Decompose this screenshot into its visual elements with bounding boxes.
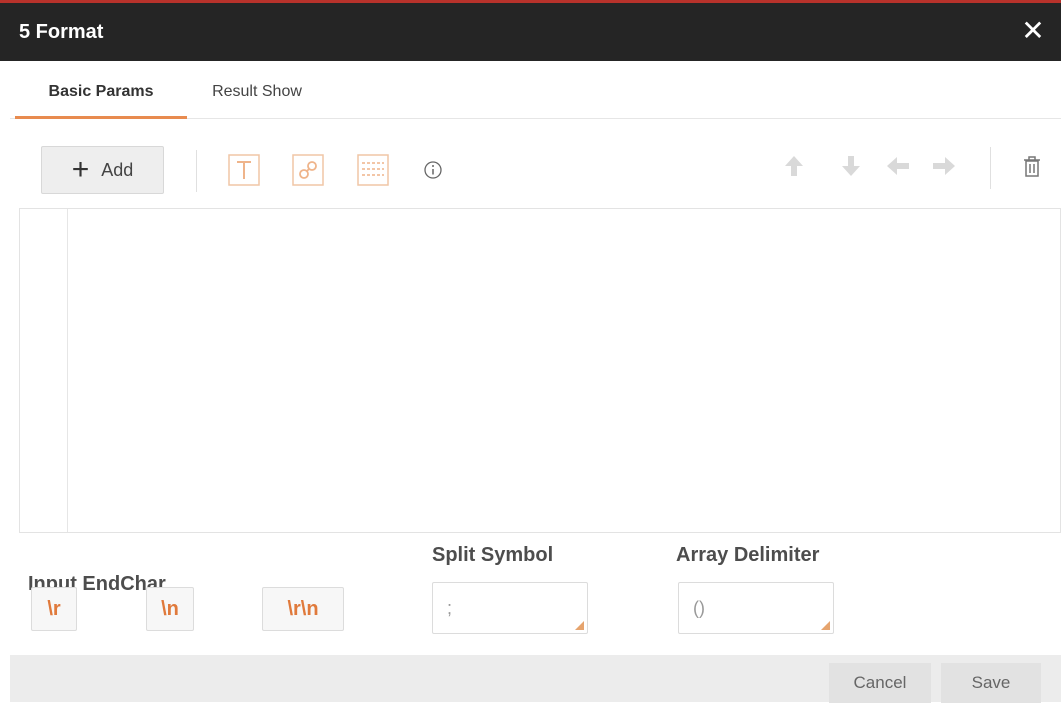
tab-result-show[interactable]: Result Show <box>192 61 322 119</box>
array-delimiter-label: Array Delimiter <box>676 544 820 566</box>
plus-icon: + <box>71 153 90 186</box>
close-icon[interactable]: ✕ <box>1019 17 1047 45</box>
resize-grip-icon[interactable] <box>821 621 830 630</box>
format-editor[interactable] <box>19 208 1061 533</box>
split-symbol-input[interactable]: ; <box>432 582 588 634</box>
arrow-down-icon[interactable] <box>840 154 862 178</box>
endchar-r-button[interactable]: \r <box>31 587 77 631</box>
add-button[interactable]: + Add <box>41 146 164 194</box>
split-symbol-value: ; <box>447 598 453 618</box>
arrow-up-icon[interactable] <box>783 154 805 178</box>
toolbar: + Add <box>0 120 1061 210</box>
grid-icon[interactable] <box>357 154 389 186</box>
format-dialog: 5 Format ✕ Basic Params Result Show + Ad… <box>0 0 1061 703</box>
toolbar-divider <box>990 147 991 189</box>
line-number-gutter <box>67 209 68 532</box>
resize-grip-icon[interactable] <box>575 621 584 630</box>
dialog-title: 5 Format <box>19 21 104 43</box>
endchar-n-button[interactable]: \n <box>146 587 194 631</box>
delete-icon[interactable] <box>1022 155 1042 179</box>
title-bar: 5 Format ✕ <box>0 0 1061 61</box>
info-icon[interactable] <box>423 160 443 180</box>
toolbar-divider <box>196 150 197 192</box>
array-delimiter-value: () <box>693 598 705 618</box>
save-button[interactable]: Save <box>941 663 1041 703</box>
arrow-left-icon[interactable] <box>885 155 911 177</box>
text-icon[interactable] <box>228 154 260 186</box>
add-button-label: Add <box>101 159 134 180</box>
link-icon[interactable] <box>292 154 324 186</box>
tab-bar: Basic Params Result Show <box>10 61 1061 119</box>
split-symbol-label: Split Symbol <box>432 544 554 566</box>
tab-basic-params[interactable]: Basic Params <box>15 61 187 119</box>
array-delimiter-input[interactable]: () <box>678 582 834 634</box>
endchar-rn-button[interactable]: \r\n <box>262 587 344 631</box>
cancel-button[interactable]: Cancel <box>829 663 931 703</box>
arrow-right-icon[interactable] <box>931 155 957 177</box>
